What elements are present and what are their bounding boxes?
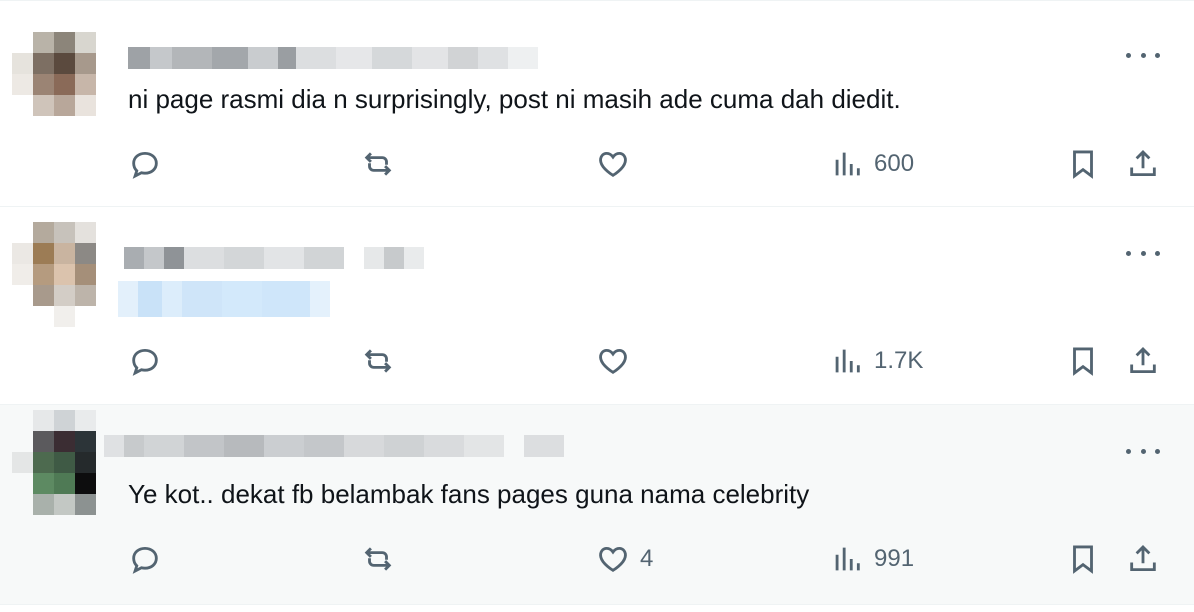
retweet-button[interactable] xyxy=(361,144,405,184)
views-count: 1.7K xyxy=(874,347,924,374)
action-bar: 1.7K xyxy=(0,341,1194,381)
heart-icon xyxy=(599,546,627,572)
share-icon xyxy=(1130,346,1156,374)
bookmark-button[interactable] xyxy=(1066,341,1100,381)
reply-button[interactable] xyxy=(128,341,172,381)
like-button[interactable]: 4 xyxy=(596,539,653,579)
share-icon xyxy=(1130,544,1156,572)
reply-icon xyxy=(132,151,158,179)
views-count: 600 xyxy=(874,150,915,177)
tweet-text: ni page rasmi dia n surprisingly, post n… xyxy=(128,84,901,114)
bookmark-icon xyxy=(1073,545,1093,574)
like-button[interactable] xyxy=(596,341,640,381)
bookmark-button[interactable] xyxy=(1066,144,1100,184)
bookmark-button[interactable] xyxy=(1066,539,1100,579)
share-button[interactable] xyxy=(1126,341,1160,381)
author-name[interactable] xyxy=(128,47,538,69)
tweet[interactable]: Ye kot.. dekat fb belambak fans pages gu… xyxy=(0,405,1194,605)
reply-button[interactable] xyxy=(128,539,172,579)
views-button[interactable]: 1.7K xyxy=(830,341,923,381)
views-icon xyxy=(835,152,860,176)
views-icon xyxy=(835,547,860,571)
retweet-icon xyxy=(364,152,392,176)
author-name[interactable] xyxy=(124,247,424,269)
tweet[interactable]: ni page rasmi dia n surprisingly, post n… xyxy=(0,0,1194,207)
views-count: 991 xyxy=(874,545,915,572)
tweet[interactable]: 1.7K xyxy=(0,207,1194,405)
more-options-button[interactable] xyxy=(1126,45,1160,65)
reply-button[interactable] xyxy=(128,144,172,184)
retweet-icon xyxy=(364,349,392,373)
more-options-button[interactable] xyxy=(1126,243,1160,263)
author-name[interactable] xyxy=(104,435,564,457)
share-button[interactable] xyxy=(1126,539,1160,579)
views-button[interactable]: 600 xyxy=(830,144,914,184)
action-bar: 4 991 xyxy=(0,539,1194,579)
reply-icon xyxy=(132,546,158,574)
like-count: 4 xyxy=(640,545,654,572)
redacted-text xyxy=(118,281,330,317)
share-button[interactable] xyxy=(1126,144,1160,184)
views-button[interactable]: 991 xyxy=(830,539,914,579)
like-button[interactable] xyxy=(596,144,640,184)
share-icon xyxy=(1130,149,1156,177)
avatar[interactable] xyxy=(12,222,116,327)
action-bar: 600 xyxy=(0,144,1194,184)
retweet-button[interactable] xyxy=(361,341,405,381)
tweet-text: Ye kot.. dekat fb belambak fans pages gu… xyxy=(128,479,810,509)
heart-icon xyxy=(599,348,627,374)
heart-icon xyxy=(599,151,627,177)
reply-icon xyxy=(132,348,158,376)
retweet-icon xyxy=(364,547,392,571)
avatar[interactable] xyxy=(12,410,116,515)
avatar[interactable] xyxy=(12,32,116,136)
bookmark-icon xyxy=(1073,150,1093,179)
views-icon xyxy=(835,349,860,373)
bookmark-icon xyxy=(1073,347,1093,376)
retweet-button[interactable] xyxy=(361,539,405,579)
reply-feed: ni page rasmi dia n surprisingly, post n… xyxy=(0,0,1194,612)
more-options-button[interactable] xyxy=(1126,441,1160,461)
